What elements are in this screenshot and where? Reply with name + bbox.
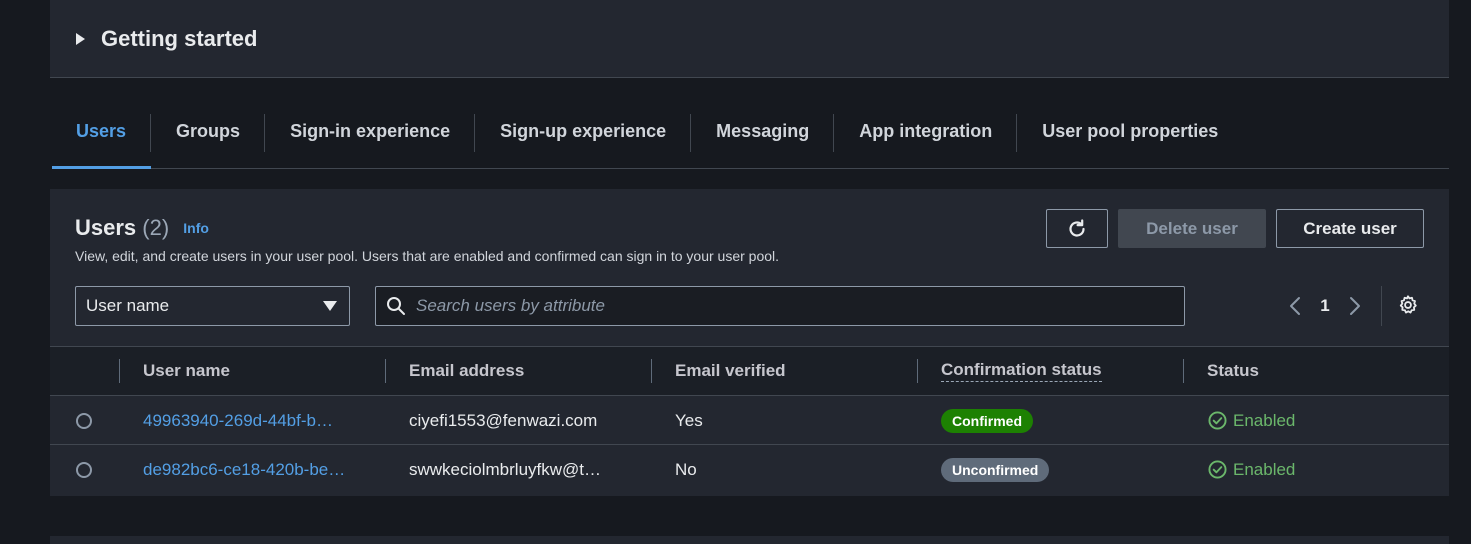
tab-bar: Users Groups Sign-in experience Sign-up … xyxy=(52,110,1449,169)
tab-users[interactable]: Users xyxy=(52,110,152,169)
chevron-left-icon xyxy=(1290,297,1300,315)
attribute-select[interactable]: User name xyxy=(75,286,350,326)
column-header-confirmation-status[interactable]: Confirmation status xyxy=(917,347,1102,395)
row-select-cell xyxy=(76,445,92,494)
tab-label: Users xyxy=(76,120,127,141)
users-count: (2) xyxy=(142,215,170,240)
table-row: de982bc6-ce18-420b-be… swwkeciolmbrluyfk… xyxy=(50,445,1449,494)
confirmation-badge: Unconfirmed xyxy=(941,457,1050,482)
preferences-button[interactable] xyxy=(1397,294,1419,321)
search-box[interactable] xyxy=(375,286,1185,326)
row-select-radio[interactable] xyxy=(76,461,92,478)
users-description: View, edit, and create users in your use… xyxy=(75,248,780,264)
column-header-label: Status xyxy=(1207,361,1259,380)
column-header-status[interactable]: Status xyxy=(1183,347,1259,395)
check-circle-icon xyxy=(1208,411,1227,430)
username-link[interactable]: 49963940-269d-44bf-b… xyxy=(143,396,333,445)
confirmation-cell: Unconfirmed xyxy=(941,445,1050,494)
gear-icon xyxy=(1399,295,1417,314)
users-panel: Users (2) Info View, edit, and create us… xyxy=(50,189,1449,496)
column-divider xyxy=(1183,359,1184,383)
users-header: Users (2) Info xyxy=(75,215,209,241)
column-header-label: User name xyxy=(143,361,230,380)
column-header-email-verified[interactable]: Email verified xyxy=(651,347,786,395)
column-header-label: Email address xyxy=(409,361,525,380)
status-cell: Enabled xyxy=(1208,445,1295,494)
tab-label: Sign-up experience xyxy=(500,120,667,141)
confirmation-cell: Confirmed xyxy=(941,396,1033,445)
tab-label: App integration xyxy=(859,120,993,141)
table-row: 49963940-269d-44bf-b… ciyefi1553@fenwazi… xyxy=(50,396,1449,445)
column-header-user-name[interactable]: User name xyxy=(119,347,230,395)
next-panel xyxy=(50,536,1449,544)
column-divider xyxy=(385,359,386,383)
email-cell: ciyefi1553@fenwazi.com xyxy=(409,410,598,430)
tab-label: Sign-in experience xyxy=(290,120,451,141)
column-header-label: Confirmation status xyxy=(941,360,1102,382)
page-number[interactable]: 1 xyxy=(1310,296,1340,316)
page: Getting started Users Groups Sign-in exp… xyxy=(50,0,1449,544)
chevron-right-icon xyxy=(1350,297,1360,315)
table-header: User name Email address Email verified C… xyxy=(50,346,1449,396)
tab-label: Groups xyxy=(176,120,241,141)
confirmation-badge: Confirmed xyxy=(941,408,1033,433)
pagination: 1 xyxy=(1280,291,1370,321)
tab-sign-up-experience[interactable]: Sign-up experience xyxy=(475,110,692,168)
tab-sign-in-experience[interactable]: Sign-in experience xyxy=(265,110,476,168)
status-label: Enabled xyxy=(1233,459,1296,479)
caret-right-icon[interactable] xyxy=(76,32,85,45)
create-user-button[interactable]: Create user xyxy=(1276,209,1424,248)
users-table: User name Email address Email verified C… xyxy=(50,346,1449,494)
users-title: Users xyxy=(75,215,137,240)
row-select-radio[interactable] xyxy=(76,412,92,429)
check-circle-icon xyxy=(1208,460,1227,479)
tab-label: User pool properties xyxy=(1042,120,1219,141)
column-divider xyxy=(917,359,918,383)
tab-messaging[interactable]: Messaging xyxy=(691,110,835,168)
getting-started-panel[interactable]: Getting started xyxy=(50,0,1449,78)
attribute-select-value: User name xyxy=(86,296,170,315)
email-verified-cell: Yes xyxy=(675,410,703,430)
email-verified-cell: No xyxy=(675,459,697,479)
column-divider xyxy=(651,359,652,383)
next-page-button[interactable] xyxy=(1340,295,1370,317)
search-icon xyxy=(387,297,405,315)
email-cell: swwkeciolmbrluyfkw@t… xyxy=(409,459,602,479)
info-link[interactable]: Info xyxy=(183,220,209,236)
search-input[interactable] xyxy=(416,296,1176,316)
status-cell: Enabled xyxy=(1208,396,1295,445)
row-select-cell xyxy=(76,396,92,445)
pagination-divider xyxy=(1381,286,1382,326)
getting-started-title[interactable]: Getting started xyxy=(101,26,257,52)
column-divider xyxy=(119,359,120,383)
username-link[interactable]: de982bc6-ce18-420b-be… xyxy=(143,445,345,494)
column-header-email-address[interactable]: Email address xyxy=(385,347,525,395)
delete-user-button[interactable]: Delete user xyxy=(1118,209,1266,248)
status-label: Enabled xyxy=(1233,410,1296,430)
tab-label: Messaging xyxy=(716,120,810,141)
tab-user-pool-properties[interactable]: User pool properties xyxy=(1017,110,1243,168)
refresh-button[interactable] xyxy=(1046,209,1108,248)
tab-app-integration[interactable]: App integration xyxy=(834,110,1018,168)
column-header-label: Email verified xyxy=(675,361,786,380)
refresh-icon xyxy=(1069,218,1085,237)
caret-down-icon xyxy=(323,301,337,311)
previous-page-button[interactable] xyxy=(1280,295,1310,317)
tab-groups[interactable]: Groups xyxy=(151,110,266,168)
